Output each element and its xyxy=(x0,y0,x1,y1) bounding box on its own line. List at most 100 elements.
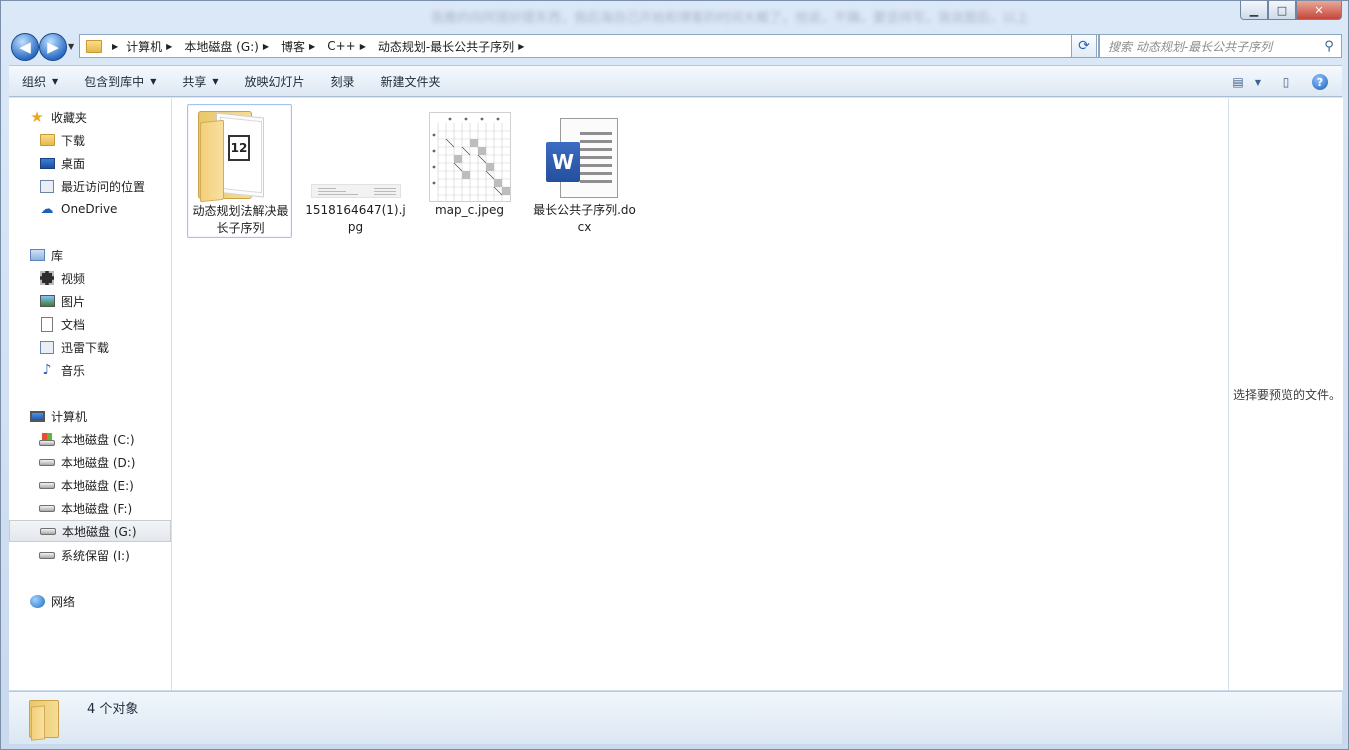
view-options-dropdown-icon[interactable]: ▼ xyxy=(1252,72,1264,92)
share-button[interactable]: 共享 ▼ xyxy=(169,65,231,97)
file-name: 动态规划法解决最长子序列 xyxy=(192,204,289,235)
slideshow-button[interactable]: 放映幻灯片 xyxy=(232,65,318,97)
grid-thumbnail-graphic xyxy=(430,113,510,201)
chevron-right-icon[interactable]: ▶ xyxy=(514,42,528,51)
desktop-icon xyxy=(39,155,55,171)
sidebar-item-label: 下载 xyxy=(61,133,86,148)
grid-image-thumbnail xyxy=(429,112,511,202)
breadcrumb-cpp[interactable]: C++ ▶ xyxy=(323,35,374,57)
sidebar-item-drive-f[interactable]: 本地磁盘 (F:) xyxy=(9,497,171,519)
chevron-down-icon: ▼ xyxy=(212,76,219,86)
close-button[interactable]: ✕ xyxy=(1296,1,1342,20)
computer-icon xyxy=(29,408,45,424)
breadcrumb-blog[interactable]: 博客 ▶ xyxy=(277,35,323,57)
include-in-library-button[interactable]: 包含到库中 ▼ xyxy=(71,65,169,97)
sidebar-item-label: 视频 xyxy=(61,271,86,286)
sidebar-item-videos[interactable]: 视频 xyxy=(9,267,171,289)
navigation-bar: ◀ ▶ ▼ ▶ 计算机 ▶ 本地磁盘 (G:) ▶ 博客 ▶ C++ ▶ 动态规… xyxy=(9,32,1342,62)
burn-button[interactable]: 刻录 xyxy=(318,65,368,97)
folder-thumbnail-icon: 12 xyxy=(198,109,270,203)
include-in-library-label: 包含到库中 xyxy=(84,74,145,89)
back-button[interactable]: ◀ xyxy=(11,33,39,61)
chevron-down-icon: ▼ xyxy=(52,76,59,86)
search-input[interactable]: 搜索 动态规划-最长公共子序列 xyxy=(1100,38,1317,55)
cloud-icon: ☁ xyxy=(40,201,54,217)
sidebar-item-thunder-downloads[interactable]: 迅雷下载 xyxy=(9,336,171,358)
organize-button[interactable]: 组织 ▼ xyxy=(9,65,71,97)
sidebar-item-recent-places[interactable]: 最近访问的位置 xyxy=(9,175,171,197)
item-count: 4 个对象 xyxy=(87,702,139,717)
search-box[interactable]: 搜索 动态规划-最长公共子序列 ⚲ xyxy=(1099,34,1342,58)
windows-drive-icon xyxy=(39,431,55,447)
breadcrumb-label: 动态规划-最长公共子序列 xyxy=(377,39,515,54)
maximize-button[interactable]: □ xyxy=(1268,1,1296,20)
file-item-jpeg[interactable]: map_c.jpeg xyxy=(417,104,522,238)
sidebar-item-documents[interactable]: 文档 xyxy=(9,313,171,335)
chevron-right-icon[interactable]: ▶ xyxy=(305,42,319,51)
command-bar: 组织 ▼ 包含到库中 ▼ 共享 ▼ 放映幻灯片 刻录 新建文件夹 ▤ ▼ ▯ ? xyxy=(9,65,1342,97)
image-thumbnail xyxy=(311,184,401,198)
share-label: 共享 xyxy=(182,74,207,89)
preview-pane: 选择要预览的文件。 xyxy=(1228,98,1343,690)
file-item-folder[interactable]: 12 动态规划法解决最长子序列 xyxy=(187,104,292,238)
sidebar-item-drive-c[interactable]: 本地磁盘 (C:) xyxy=(9,428,171,450)
hard-drive-icon xyxy=(40,523,56,539)
file-item-docx[interactable]: W 最长公共子序列.docx xyxy=(532,104,637,238)
forward-button[interactable]: ▶ xyxy=(39,33,67,61)
network-globe-icon xyxy=(29,593,45,609)
help-icon: ? xyxy=(1312,74,1328,90)
hard-drive-icon xyxy=(39,477,55,493)
new-folder-button[interactable]: 新建文件夹 xyxy=(368,65,454,97)
preview-pane-icon[interactable]: ▯ xyxy=(1274,72,1298,92)
thumbnail-number: 12 xyxy=(228,135,250,161)
sidebar-item-label: 本地磁盘 (G:) xyxy=(62,524,137,539)
chevron-right-icon[interactable]: ▶ xyxy=(108,42,122,51)
sidebar-group-favorites[interactable]: ★ 收藏夹 xyxy=(9,106,171,128)
sidebar-group-network[interactable]: 网络 xyxy=(9,590,171,612)
chevron-right-icon[interactable]: ▶ xyxy=(356,42,370,51)
file-item-jpg[interactable]: 1518164647(1).jpg xyxy=(303,104,408,238)
sidebar-item-drive-i[interactable]: 系统保留 (I:) xyxy=(9,544,171,566)
sidebar-item-label: 桌面 xyxy=(61,156,86,171)
sidebar-item-onedrive[interactable]: ☁ OneDrive xyxy=(9,198,171,220)
document-icon xyxy=(39,316,55,332)
sidebar-item-drive-e[interactable]: 本地磁盘 (E:) xyxy=(9,474,171,496)
refresh-button[interactable]: ⟳ xyxy=(1071,34,1097,58)
breadcrumb-label: 博客 xyxy=(281,39,306,54)
breadcrumb-current-folder[interactable]: 动态规划-最长公共子序列 ▶ xyxy=(374,35,533,57)
sidebar-item-label: 迅雷下载 xyxy=(61,340,110,355)
sidebar-group-label: 收藏夹 xyxy=(51,110,88,125)
hard-drive-icon xyxy=(39,547,55,563)
explorer-window: 我撒的向阿搭好摆东西，我后海自己开始和博客的时间大概了。他说，不确，要坚持写。我… xyxy=(0,0,1349,750)
recent-pages-dropdown-icon[interactable]: ▼ xyxy=(68,42,74,51)
chevron-right-icon[interactable]: ▶ xyxy=(162,42,176,51)
sidebar-group-computer[interactable]: 计算机 xyxy=(9,405,171,427)
downloads-folder-icon xyxy=(39,132,55,148)
sidebar-item-label: 本地磁盘 (D:) xyxy=(61,455,136,470)
caption-buttons: ▁ □ ✕ xyxy=(1240,1,1342,20)
sidebar-item-pictures[interactable]: 图片 xyxy=(9,290,171,312)
chevron-right-icon[interactable]: ▶ xyxy=(259,42,273,51)
organize-label: 组织 xyxy=(22,74,47,89)
search-icon[interactable]: ⚲ xyxy=(1317,39,1341,54)
sidebar-item-desktop[interactable]: 桌面 xyxy=(9,152,171,174)
change-view-icon[interactable]: ▤ xyxy=(1226,72,1250,92)
recent-places-icon xyxy=(39,178,55,194)
sidebar-group-libraries[interactable]: 库 xyxy=(9,244,171,266)
breadcrumb-label: 计算机 xyxy=(126,39,163,54)
help-button[interactable]: ? xyxy=(1308,72,1332,92)
sidebar-item-drive-g[interactable]: 本地磁盘 (G:) xyxy=(9,520,171,542)
sidebar-item-music[interactable]: ♪ 音乐 xyxy=(9,359,171,381)
sidebar-item-drive-d[interactable]: 本地磁盘 (D:) xyxy=(9,451,171,473)
breadcrumb-drive-g[interactable]: 本地磁盘 (G:) ▶ xyxy=(180,35,277,57)
file-name: 1518164647(1).jpg xyxy=(305,203,406,234)
address-bar[interactable]: ▶ 计算机 ▶ 本地磁盘 (G:) ▶ 博客 ▶ C++ ▶ 动态规划-最长公共… xyxy=(79,34,1099,58)
minimize-button[interactable]: ▁ xyxy=(1240,1,1268,20)
sidebar-item-label: 文档 xyxy=(61,317,86,332)
file-list[interactable]: 12 动态规划法解决最长子序列 1518164647(1).jpg map_c.… xyxy=(172,98,1228,690)
sidebar-item-downloads[interactable]: 下载 xyxy=(9,129,171,151)
star-icon: ★ xyxy=(30,108,44,126)
word-badge: W xyxy=(546,142,580,182)
toolbar-right: ▤ ▼ ▯ ? xyxy=(1216,66,1332,98)
breadcrumb-computer[interactable]: 计算机 ▶ xyxy=(122,35,180,57)
